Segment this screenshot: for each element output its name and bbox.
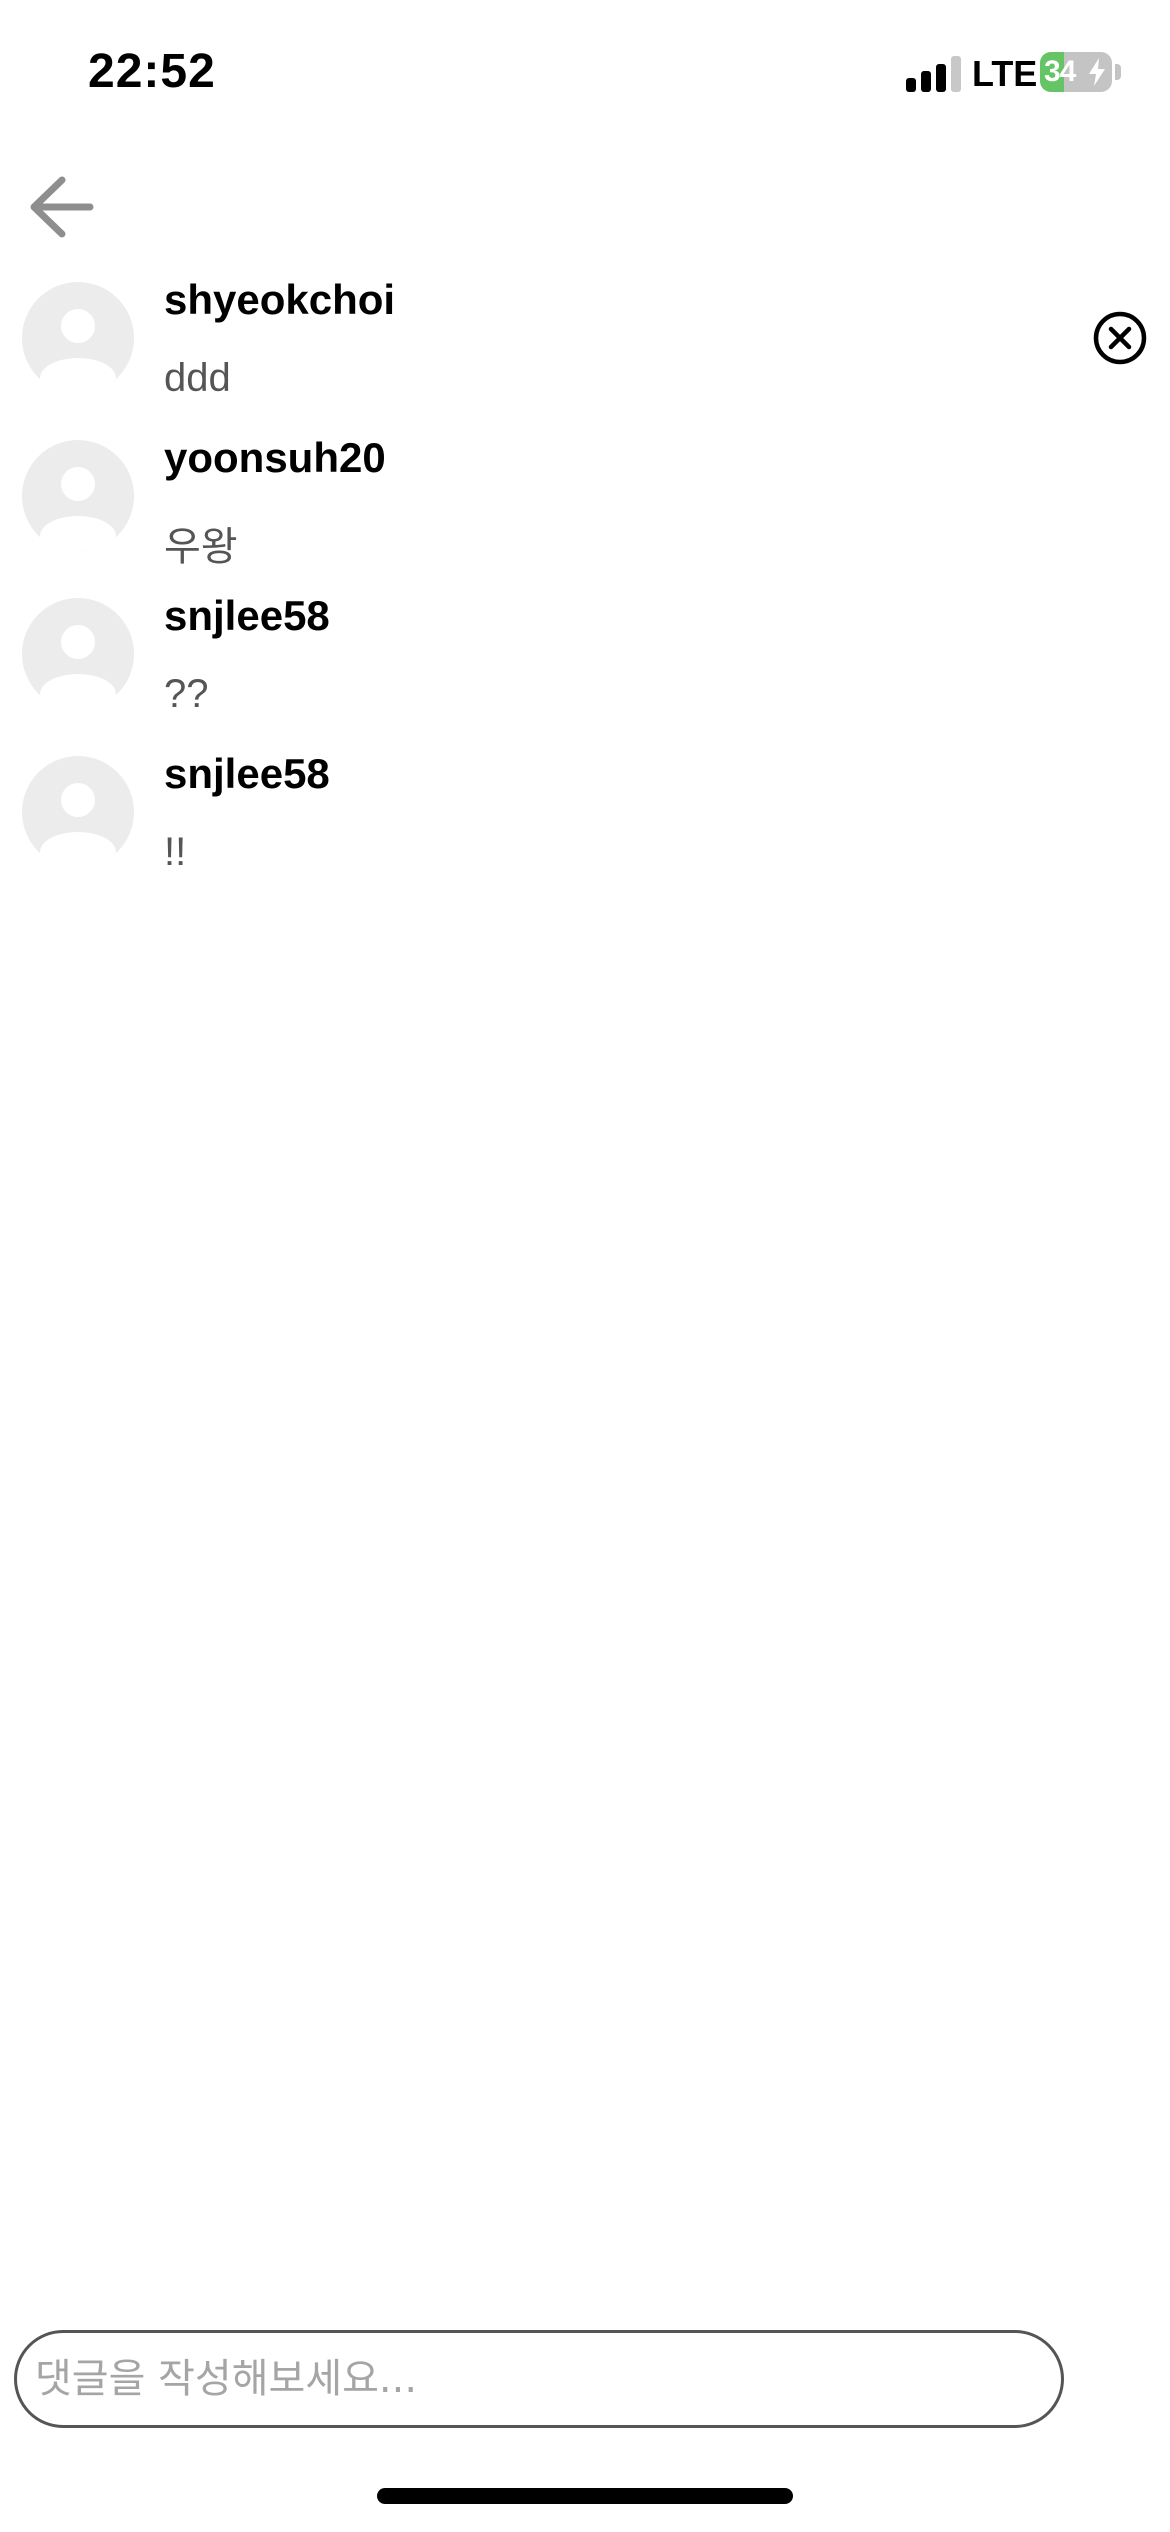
network-type: LTE (972, 53, 1038, 94)
comment-text: !! (164, 830, 187, 874)
comment-input[interactable] (14, 2330, 1064, 2428)
comments-screen: 22:52 LTE 34 shyeokchoi ddd yoonsuh20 우왕… (0, 0, 1170, 2532)
delete-comment-button[interactable] (1092, 310, 1148, 366)
battery-icon: 34 (1040, 52, 1112, 92)
battery-level: 34 (1044, 55, 1076, 88)
comment-username[interactable]: yoonsuh20 (164, 434, 386, 482)
comment-item: snjlee58 ?? (0, 592, 1170, 750)
user-placeholder-icon (40, 309, 116, 394)
avatar (22, 440, 134, 552)
comment-item: snjlee58 !! (0, 750, 1170, 908)
comment-username[interactable]: snjlee58 (164, 750, 330, 798)
comment-text: 우왕 (164, 525, 238, 569)
back-button[interactable] (24, 172, 104, 242)
user-placeholder-icon (40, 783, 116, 868)
avatar (22, 282, 134, 394)
charging-bolt-icon (1089, 58, 1105, 86)
close-circle-icon (1093, 311, 1147, 365)
comment-text: ddd (164, 356, 231, 400)
comment-text: ?? (164, 672, 209, 716)
user-placeholder-icon (40, 467, 116, 552)
battery-tip (1115, 64, 1121, 80)
comment-username[interactable]: snjlee58 (164, 592, 330, 640)
user-placeholder-icon (40, 625, 116, 710)
avatar (22, 598, 134, 710)
comment-username[interactable]: shyeokchoi (164, 276, 395, 324)
comment-item: shyeokchoi ddd (0, 276, 1170, 434)
comment-list: shyeokchoi ddd yoonsuh20 우왕 snjlee58 ?? … (0, 276, 1170, 908)
home-indicator (377, 2488, 793, 2504)
status-time: 22:52 (88, 45, 216, 98)
avatar (22, 756, 134, 868)
signal-icon (906, 52, 962, 92)
comment-item: yoonsuh20 우왕 (0, 434, 1170, 592)
arrow-left-icon (30, 176, 94, 238)
status-bar: 22:52 LTE 34 (0, 0, 1170, 150)
